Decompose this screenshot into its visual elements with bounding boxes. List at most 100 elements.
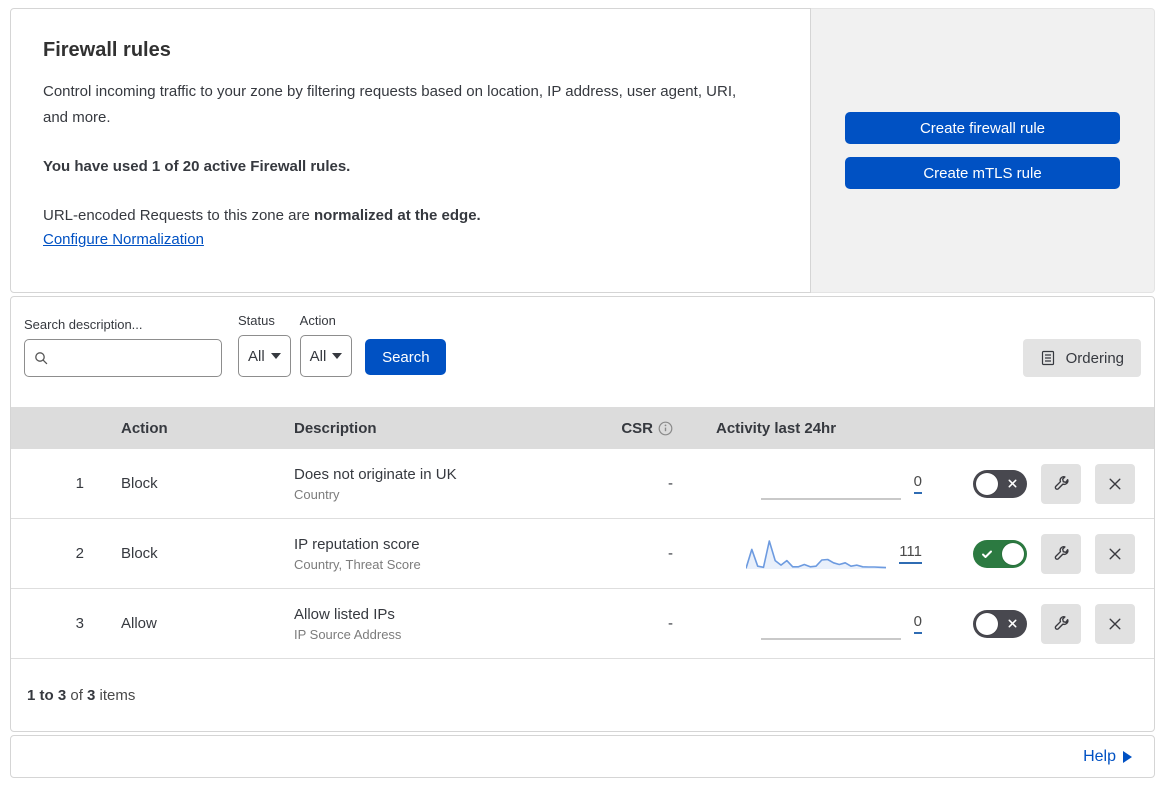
rule-priority: 1 (75, 475, 84, 492)
rule-csr: - (668, 615, 673, 632)
rule-controls (931, 603, 1154, 644)
csr-label: CSR (621, 419, 653, 437)
status-filter-group: Status All (238, 313, 291, 377)
action-filter-group: Action All (299, 313, 353, 377)
chevron-down-icon (332, 353, 343, 359)
top-section: Firewall rules Control incoming traffic … (10, 8, 1155, 293)
activity-sparkline (745, 537, 887, 571)
rule-description: IP reputation score (294, 535, 420, 553)
status-label: Status (238, 313, 275, 328)
rule-priority: 3 (75, 615, 84, 632)
pagination-summary: 1 to 3 of 3 items (11, 659, 1154, 731)
action-label: Action (299, 313, 336, 328)
page-description: Control incoming traffic to your zone by… (43, 83, 737, 126)
x-icon (1008, 619, 1017, 627)
wrench-icon (1054, 546, 1069, 560)
status-dropdown[interactable]: All (238, 335, 291, 377)
close-icon (1109, 478, 1121, 489)
rule-fields: IP Source Address (294, 626, 402, 642)
rule-fields: Country (294, 486, 340, 502)
status-dropdown-value: All (248, 347, 265, 365)
page-title: Firewall rules (43, 39, 171, 61)
toggle-knob (976, 472, 998, 495)
rule-activity-cell: 0 (701, 607, 931, 641)
rule-description-cell: IP reputation score Country, Threat Scor… (294, 536, 601, 572)
items-total: 3 (87, 686, 96, 704)
rule-enabled-toggle[interactable] (973, 539, 1027, 568)
delete-rule-button[interactable] (1095, 463, 1135, 504)
search-box[interactable] (24, 339, 222, 377)
table-header: Action Description CSR Activity last 24h… (11, 407, 1154, 449)
rule-description-cell: Allow listed IPs IP Source Address (294, 606, 601, 642)
toggle-knob (976, 612, 998, 635)
rule-controls (931, 533, 1154, 574)
help-link[interactable]: Help (1083, 748, 1132, 766)
header-csr: CSR (601, 420, 701, 437)
rule-priority: 2 (75, 545, 84, 562)
rule-csr: - (668, 475, 673, 492)
edit-rule-button[interactable] (1041, 533, 1081, 574)
toggle-knob (1002, 542, 1024, 565)
edit-rule-button[interactable] (1041, 463, 1081, 504)
wrench-icon (1054, 476, 1069, 490)
search-button[interactable]: Search (365, 339, 447, 375)
ordering-button[interactable]: Ordering (1022, 339, 1141, 377)
rule-enabled-toggle[interactable] (973, 609, 1027, 638)
firewall-rules-page: Firewall rules Control incoming traffic … (10, 8, 1155, 778)
rule-activity-cell: 0 (701, 467, 931, 501)
chevron-down-icon (270, 353, 281, 359)
delete-rule-button[interactable] (1095, 533, 1135, 574)
search-input[interactable] (55, 350, 213, 366)
ordering-icon (1041, 350, 1054, 366)
help-bar: Help (10, 735, 1155, 778)
normalization-note: URL-encoded Requests to this zone are no… (43, 203, 770, 229)
items-suffix: items (95, 686, 136, 704)
activity-count-link[interactable]: 0 (913, 613, 922, 634)
action-dropdown[interactable]: All (299, 335, 353, 377)
rules-list-card: Search description... Status All Action (10, 296, 1155, 732)
ordering-label: Ordering (1065, 349, 1124, 367)
search-group: Search description... (24, 317, 222, 377)
rule-controls (931, 463, 1154, 504)
rule-description: Does not originate in UK (294, 465, 457, 483)
activity-count-link[interactable]: 111 (899, 543, 922, 564)
rule-action: Block (121, 545, 158, 562)
items-of-text: of (66, 686, 88, 704)
configure-normalization-link[interactable]: Configure Normalization (43, 231, 204, 248)
usage-summary: You have used 1 of 20 active Firewall ru… (43, 158, 351, 175)
close-icon (1109, 548, 1121, 559)
activity-count-link[interactable]: 0 (913, 473, 922, 494)
header-description: Description (294, 419, 377, 437)
rule-description: Allow listed IPs (294, 605, 395, 623)
normalization-bold-text: normalized at the edge. (314, 207, 481, 224)
rule-csr: - (668, 545, 673, 562)
table-row: 2 Block IP reputation score Country, Thr… (11, 519, 1154, 589)
filter-bar: Search description... Status All Action (11, 297, 1154, 407)
normalization-text: URL-encoded Requests to this zone are (43, 207, 314, 224)
header-action: Action (121, 419, 168, 437)
activity-sparkline (760, 467, 901, 501)
intro-card: Firewall rules Control incoming traffic … (10, 8, 811, 293)
create-mtls-rule-button[interactable]: Create mTLS rule (845, 157, 1120, 189)
help-label: Help (1083, 747, 1116, 765)
actions-panel: Create firewall rule Create mTLS rule (811, 8, 1155, 293)
rule-activity-cell: 111 (701, 537, 931, 571)
edit-rule-button[interactable] (1041, 603, 1081, 644)
create-firewall-rule-button[interactable]: Create firewall rule (845, 112, 1120, 144)
rule-action: Allow (121, 615, 157, 632)
x-icon (1008, 479, 1017, 487)
arrow-right-icon (1123, 750, 1132, 763)
header-activity: Activity last 24hr (716, 419, 837, 437)
rule-description-cell: Does not originate in UK Country (294, 466, 601, 502)
rule-enabled-toggle[interactable] (973, 469, 1027, 498)
check-icon (982, 550, 992, 558)
table-row: 1 Block Does not originate in UK Country… (11, 449, 1154, 519)
info-icon[interactable] (658, 421, 673, 436)
activity-sparkline (760, 607, 901, 641)
table-row: 3 Allow Allow listed IPs IP Source Addre… (11, 589, 1154, 659)
wrench-icon (1054, 616, 1069, 630)
delete-rule-button[interactable] (1095, 603, 1135, 644)
action-dropdown-value: All (309, 347, 327, 365)
search-icon (35, 352, 48, 365)
rule-fields: Country, Threat Score (294, 556, 421, 572)
